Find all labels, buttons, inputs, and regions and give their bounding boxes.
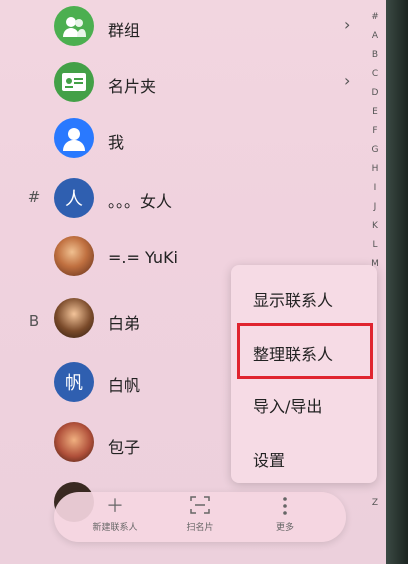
- index-letter[interactable]: F: [366, 122, 384, 141]
- group-icon: [54, 6, 94, 46]
- index-letter[interactable]: E: [366, 103, 384, 122]
- more-label: 更多: [275, 523, 294, 533]
- index-letter[interactable]: Z: [366, 494, 384, 513]
- index-letter[interactable]: #: [366, 8, 384, 27]
- index-letter[interactable]: A: [366, 27, 384, 46]
- contact-row[interactable]: # 人 。。。女人: [0, 170, 386, 226]
- contacts-screen: 群组 › 名片夹 › 我 # 人 。。。女人 =.= YuKi B 白弟 帆 白…: [0, 0, 386, 564]
- index-letter[interactable]: J: [366, 198, 384, 217]
- highlight-box: [237, 323, 373, 379]
- contact-name: 我: [108, 133, 125, 152]
- bottom-action-bar: ＋ 新建联系人 扫名片 更多: [54, 492, 346, 542]
- business-card-icon: [54, 62, 94, 102]
- index-letter[interactable]: G: [366, 141, 384, 160]
- contact-row-me[interactable]: 我: [0, 112, 386, 168]
- index-letter[interactable]: B: [366, 46, 384, 65]
- scan-card-button[interactable]: 扫名片: [165, 496, 235, 533]
- device-frame-edge: [386, 0, 408, 564]
- contact-name: 。。。女人: [108, 192, 173, 211]
- contact-name: 名片夹: [108, 77, 157, 96]
- menu-item-show-contacts[interactable]: 显示联系人: [253, 287, 333, 311]
- chevron-right-icon: ›: [344, 71, 351, 90]
- section-header: #: [27, 188, 41, 206]
- contact-name: 群组: [108, 21, 141, 40]
- index-letter[interactable]: I: [366, 179, 384, 198]
- index-letter[interactable]: H: [366, 160, 384, 179]
- contact-name: 白帆: [108, 376, 141, 395]
- more-button[interactable]: 更多: [250, 496, 320, 533]
- index-letter[interactable]: K: [366, 217, 384, 236]
- new-contact-button[interactable]: ＋ 新建联系人: [80, 496, 150, 533]
- contact-name: =.= YuKi: [108, 248, 178, 267]
- plus-icon: ＋: [106, 496, 124, 517]
- section-header: B: [28, 312, 40, 330]
- index-letter[interactable]: C: [366, 65, 384, 84]
- contact-name: 包子: [108, 438, 141, 457]
- person-icon: [54, 118, 94, 158]
- photo-avatar: [54, 298, 94, 338]
- scan-card-label: 扫名片: [186, 523, 214, 533]
- contact-row-card-holder[interactable]: 名片夹 ›: [0, 56, 386, 112]
- contact-name: 白弟: [108, 314, 141, 333]
- photo-avatar: [54, 422, 94, 462]
- chevron-right-icon: ›: [344, 15, 351, 34]
- contact-row-groups[interactable]: 群组 ›: [0, 0, 386, 56]
- more-vertical-icon: [250, 496, 320, 518]
- avatar: 人: [54, 178, 94, 218]
- menu-item-import-export[interactable]: 导入/导出: [253, 393, 322, 417]
- index-letter[interactable]: L: [366, 236, 384, 255]
- new-contact-label: 新建联系人: [92, 523, 138, 533]
- avatar: 帆: [54, 362, 94, 402]
- photo-avatar: [54, 236, 94, 276]
- menu-item-settings[interactable]: 设置: [253, 447, 285, 471]
- scan-icon: [165, 496, 235, 518]
- index-letter[interactable]: D: [366, 84, 384, 103]
